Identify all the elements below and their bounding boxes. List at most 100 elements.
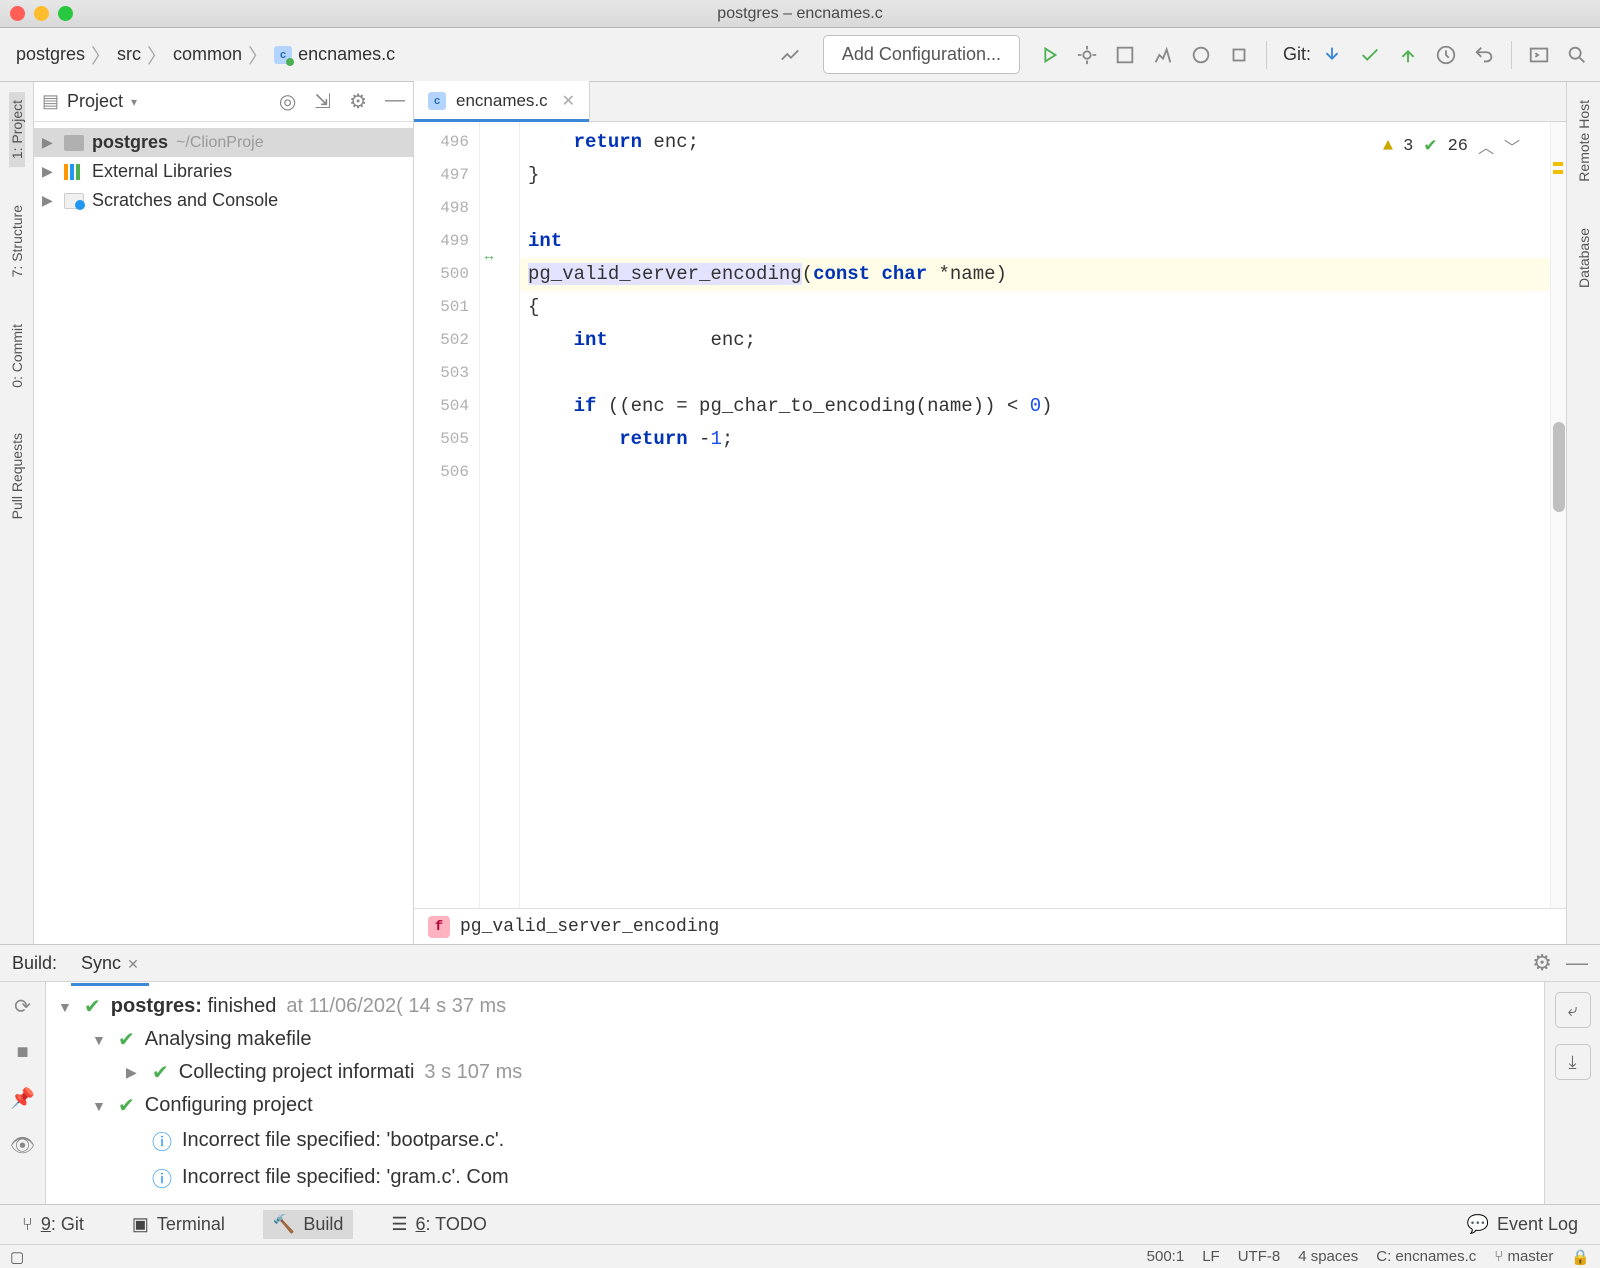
tool-git[interactable]: ⑂9: Git xyxy=(12,1210,94,1239)
fold-gutter[interactable]: ↔ xyxy=(480,122,520,908)
close-icon[interactable]: ✕ xyxy=(127,956,139,972)
project-panel-title[interactable]: ▤Project▾ xyxy=(42,91,269,112)
main-area: 1: Project 7: Structure 0: Commit Pull R… xyxy=(0,82,1600,944)
run-anything-icon[interactable] xyxy=(1522,38,1556,72)
debug-icon[interactable] xyxy=(1070,38,1104,72)
soft-wrap-icon[interactable]: ⤶ xyxy=(1555,992,1591,1028)
file-encoding[interactable]: UTF-8 xyxy=(1238,1248,1281,1265)
lock-icon[interactable]: 🔒 xyxy=(1571,1248,1590,1266)
editor-body: 496497498499500501502503504505506 ↔ ▲3 ✔… xyxy=(414,122,1566,908)
line-ending[interactable]: LF xyxy=(1202,1248,1220,1265)
breadcrumb-0[interactable]: postgres xyxy=(6,40,95,69)
build-right-toolbar: ⤶ ⤓ xyxy=(1544,982,1600,1204)
close-tab-icon[interactable]: ✕ xyxy=(562,91,575,111)
tool-todo[interactable]: ☰6: TODO xyxy=(381,1210,497,1239)
hide-icon[interactable]: — xyxy=(1566,950,1588,976)
warning-icon: ▲ xyxy=(1383,137,1393,156)
window-title: postgres – encnames.c xyxy=(717,5,882,23)
tool-commit[interactable]: 0: Commit xyxy=(9,316,25,396)
build-panel-header: Build: Sync✕ ⚙ — xyxy=(0,945,1600,981)
ok-count: 26 xyxy=(1448,137,1468,156)
terminal-icon: ▣ xyxy=(132,1214,149,1235)
git-rollback-icon[interactable] xyxy=(1467,38,1501,72)
breadcrumb-2[interactable]: common xyxy=(163,40,252,69)
scroll-end-icon[interactable]: ⤓ xyxy=(1555,1044,1591,1080)
attach-icon[interactable] xyxy=(1184,38,1218,72)
breadcrumb-1[interactable]: src xyxy=(107,40,151,69)
breadcrumb-3[interactable]: cencnames.c xyxy=(264,40,405,69)
git-branch[interactable]: ⑂ master xyxy=(1494,1248,1553,1265)
marker[interactable] xyxy=(1553,170,1563,174)
build-panel: Build: Sync✕ ⚙ — ⟳ ■ 📌 👁 ▼✔postgres: fin… xyxy=(0,944,1600,1204)
project-panel: ▤Project▾ ◎ ⇲ ⚙ — ▶ postgres ~/ClionProj… xyxy=(34,82,414,944)
build-hammer-icon[interactable] xyxy=(773,38,807,72)
build-tree[interactable]: ▼✔postgres: finished at 11/06/202( 14 s … xyxy=(46,982,1544,1204)
run-icon[interactable] xyxy=(1032,38,1066,72)
expand-icon[interactable]: ⇲ xyxy=(314,89,331,114)
window-controls xyxy=(10,6,73,21)
search-icon[interactable] xyxy=(1560,38,1594,72)
main-toolbar: postgres 〉 src 〉 common 〉 cencnames.c Ad… xyxy=(0,28,1600,82)
gear-icon[interactable]: ⚙ xyxy=(1532,950,1552,976)
tool-build[interactable]: 🔨Build xyxy=(263,1210,353,1239)
c-file-icon: c xyxy=(428,92,446,110)
inspection-widget[interactable]: ▲3 ✔26 ︿ ﹀ xyxy=(1383,134,1520,158)
stop-icon[interactable] xyxy=(1222,38,1256,72)
scratch-icon xyxy=(64,193,84,209)
editor-breadcrumb[interactable]: f pg_valid_server_encoding xyxy=(414,908,1566,944)
tool-project[interactable]: 1: Project xyxy=(9,92,25,167)
editor-tab[interactable]: c encnames.c ✕ xyxy=(414,81,590,121)
cursor-position[interactable]: 500:1 xyxy=(1147,1248,1185,1265)
chevron-right-icon[interactable]: ▶ xyxy=(42,192,56,209)
coverage-icon[interactable] xyxy=(1108,38,1142,72)
marker-bar[interactable] xyxy=(1550,122,1566,908)
chevron-right-icon[interactable]: ▶ xyxy=(42,134,56,151)
next-highlight-icon[interactable]: ﹀ xyxy=(1504,134,1520,158)
run-config-dropdown[interactable]: Add Configuration... xyxy=(823,35,1020,74)
indent-setting[interactable]: 4 spaces xyxy=(1298,1248,1358,1265)
tool-pull-requests[interactable]: Pull Requests xyxy=(9,425,25,527)
nav-breadcrumbs[interactable]: postgres 〉 src 〉 common 〉 cencnames.c xyxy=(6,40,405,69)
scrollbar-thumb[interactable] xyxy=(1553,422,1565,512)
tool-database[interactable]: Database xyxy=(1576,220,1592,296)
project-panel-header: ▤Project▾ ◎ ⇲ ⚙ — xyxy=(34,82,413,122)
profile-icon[interactable] xyxy=(1146,38,1180,72)
gear-icon[interactable]: ⚙ xyxy=(349,89,367,114)
pin-icon[interactable]: 📌 xyxy=(10,1086,35,1111)
library-icon xyxy=(64,164,84,180)
project-tree[interactable]: ▶ postgres ~/ClionProje ▶ External Libra… xyxy=(34,122,413,221)
build-label: Build: xyxy=(12,953,57,974)
hide-icon[interactable]: — xyxy=(385,89,405,114)
zoom-window-button[interactable] xyxy=(58,6,73,21)
git-commit-icon[interactable] xyxy=(1353,38,1387,72)
tool-structure[interactable]: 7: Structure xyxy=(9,197,25,285)
close-window-button[interactable] xyxy=(10,6,25,21)
refresh-icon[interactable]: ⟳ xyxy=(14,994,31,1019)
tree-item-scratches[interactable]: ▶ Scratches and Console xyxy=(34,186,413,215)
minimize-window-button[interactable] xyxy=(34,6,49,21)
tool-terminal[interactable]: ▣Terminal xyxy=(122,1210,235,1239)
marker[interactable] xyxy=(1553,162,1563,166)
git-history-icon[interactable] xyxy=(1429,38,1463,72)
tool-remote-host[interactable]: Remote Host xyxy=(1576,92,1592,190)
locate-icon[interactable]: ◎ xyxy=(279,89,296,114)
ok-icon: ✔ xyxy=(1423,136,1437,157)
stop-icon[interactable]: ■ xyxy=(16,1041,28,1064)
status-icon[interactable]: ▢ xyxy=(10,1248,24,1266)
chevron-right-icon[interactable]: ▶ xyxy=(42,163,56,180)
git-pull-icon[interactable] xyxy=(1315,38,1349,72)
prev-highlight-icon[interactable]: ︿ xyxy=(1478,134,1494,158)
branch-icon: ⑂ xyxy=(22,1214,33,1235)
show-icon[interactable]: 👁 xyxy=(10,1133,35,1158)
git-push-icon[interactable] xyxy=(1391,38,1425,72)
tree-item-external-libs[interactable]: ▶ External Libraries xyxy=(34,157,413,186)
function-badge-icon: f xyxy=(428,916,450,938)
build-tab-sync[interactable]: Sync✕ xyxy=(71,949,149,978)
file-context[interactable]: C: encnames.c xyxy=(1376,1248,1476,1265)
event-log[interactable]: 💬Event Log xyxy=(1457,1210,1588,1239)
tree-item-postgres[interactable]: ▶ postgres ~/ClionProje xyxy=(34,128,413,157)
code-editor[interactable]: ▲3 ✔26 ︿ ﹀ return enc;}intpg_valid_serve… xyxy=(520,122,1550,908)
line-numbers-gutter[interactable]: 496497498499500501502503504505506 xyxy=(414,122,480,908)
left-tool-strip: 1: Project 7: Structure 0: Commit Pull R… xyxy=(0,82,34,944)
status-bar: ▢ 500:1 LF UTF-8 4 spaces C: encnames.c … xyxy=(0,1244,1600,1268)
